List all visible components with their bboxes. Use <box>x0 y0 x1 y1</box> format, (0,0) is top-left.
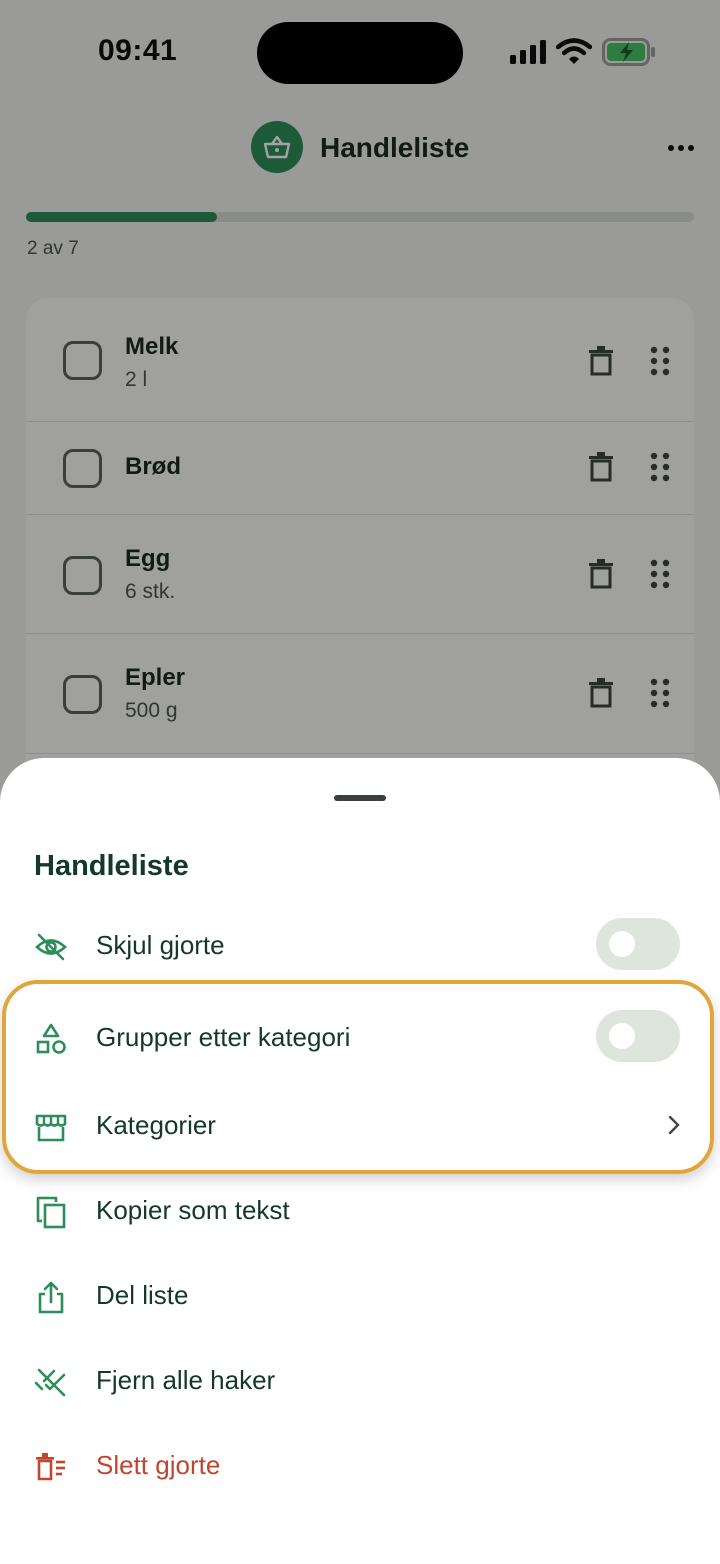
bottom-sheet: Handleliste Skjul gjorte Grupper etter k… <box>0 758 720 1564</box>
option-label: Kopier som tekst <box>96 1195 290 1225</box>
hide-done-toggle[interactable] <box>596 918 680 970</box>
option-label: Del liste <box>96 1280 189 1310</box>
option-copy-text[interactable]: Kopier som tekst <box>0 1181 720 1241</box>
option-delete-done[interactable]: Slett gjorte <box>0 1436 720 1496</box>
sheet-drag-handle[interactable] <box>334 795 386 801</box>
copy-icon <box>36 1196 66 1229</box>
delete-list-icon <box>36 1453 65 1481</box>
sheet-title: Handleliste <box>34 850 189 882</box>
option-share[interactable]: Del liste <box>0 1266 720 1326</box>
share-icon <box>38 1281 64 1314</box>
option-label: Slett gjorte <box>96 1450 221 1480</box>
remove-checks-icon <box>34 1368 66 1397</box>
toggle-knob <box>609 931 635 957</box>
highlight-frame <box>2 980 714 1174</box>
option-hide-done[interactable]: Skjul gjorte <box>0 916 720 976</box>
eye-off-icon <box>35 933 67 961</box>
option-remove-checks[interactable]: Fjern alle haker <box>0 1351 720 1411</box>
option-label: Skjul gjorte <box>96 930 225 960</box>
option-label: Fjern alle haker <box>96 1365 276 1395</box>
